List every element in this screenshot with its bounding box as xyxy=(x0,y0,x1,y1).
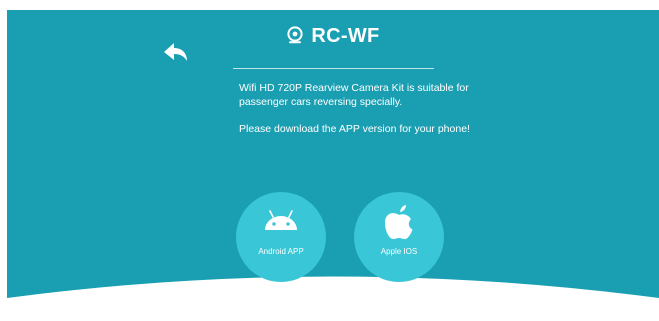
description-text: Wifi HD 720P Rearview Camera Kit is suit… xyxy=(239,82,469,108)
android-download-button[interactable]: Android APP xyxy=(236,192,326,282)
apple-label: Apple IOS xyxy=(380,247,418,256)
description: Wifi HD 720P Rearview Camera Kit is suit… xyxy=(239,81,479,149)
header: RC-WF xyxy=(7,25,659,48)
apple-icon xyxy=(385,205,413,240)
teal-background-wave xyxy=(7,10,659,298)
divider xyxy=(233,68,434,69)
android-label: Android APP xyxy=(258,247,304,256)
download-prompt-text: Please download the APP version for your… xyxy=(239,123,470,135)
page-title: RC-WF xyxy=(311,25,380,47)
android-icon xyxy=(265,210,297,230)
webcam-icon xyxy=(287,26,304,44)
apple-download-button[interactable]: Apple IOS xyxy=(354,192,444,282)
app-screen: RC-WF Wifi HD 720P Rearview Camera Kit i… xyxy=(7,10,659,321)
